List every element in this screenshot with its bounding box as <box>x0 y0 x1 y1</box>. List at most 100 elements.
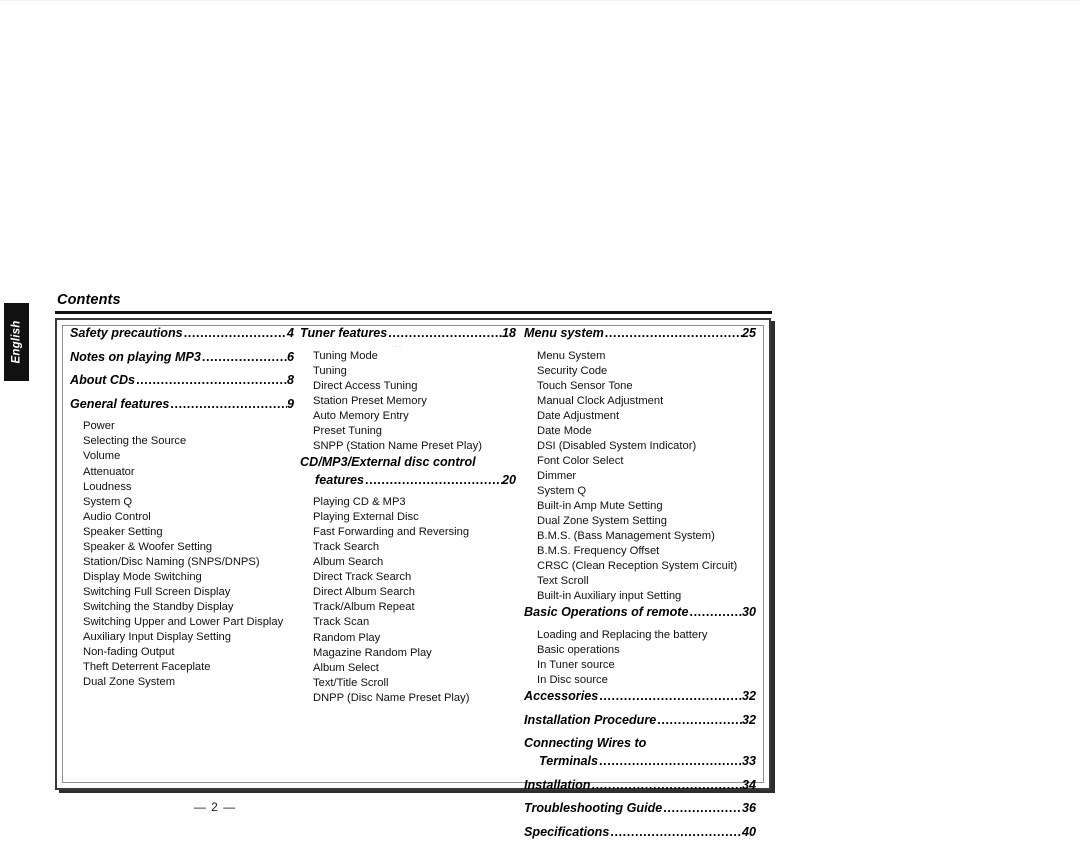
toc-minor-entry[interactable]: Switching the Standby Display <box>70 600 294 615</box>
toc-minor-entry[interactable]: Power <box>70 419 294 434</box>
toc-minor-entry[interactable]: Date Adjustment <box>524 409 756 424</box>
toc-minor-entry[interactable]: DSI (Disabled System Indicator) <box>524 439 756 454</box>
toc-minor-entry[interactable]: Font Color Select <box>524 454 756 469</box>
toc-minor-entry[interactable]: Album Search <box>300 555 516 570</box>
toc-entry-label: Tuner features <box>300 326 388 340</box>
toc-minor-entry[interactable]: Station Preset Memory <box>300 394 516 409</box>
toc-minor-entry[interactable]: Text Scroll <box>524 574 756 589</box>
toc-entry-page: 6 <box>286 349 294 364</box>
toc-leader-dots: ........................................… <box>170 397 287 410</box>
toc-leader-dots: ........................................… <box>599 754 742 767</box>
toc-minor-entry[interactable]: Direct Album Search <box>300 585 516 600</box>
toc-minor-entry[interactable]: Track Search <box>300 540 516 555</box>
toc-leader-dots: ........................................… <box>591 778 742 791</box>
toc-minor-entry[interactable]: Direct Track Search <box>300 570 516 585</box>
toc-entry-page: 40 <box>741 824 756 839</box>
toc-minor-entry[interactable]: Playing External Disc <box>300 510 516 525</box>
toc-minor-entry[interactable]: Speaker & Woofer Setting <box>70 540 294 555</box>
toc-minor-entry[interactable]: Track Scan <box>300 615 516 630</box>
toc-entry-page: 32 <box>741 712 756 727</box>
toc-major-entry[interactable]: Basic Operations of remote..............… <box>524 604 756 622</box>
toc-minor-entry[interactable]: Manual Clock Adjustment <box>524 394 756 409</box>
toc-entry-page: 36 <box>741 801 756 816</box>
toc-minor-entry[interactable]: Display Mode Switching <box>70 570 294 585</box>
toc-leader-dots: ........................................… <box>201 350 287 363</box>
toc-entry-label: Basic Operations of remote <box>524 605 689 620</box>
toc-major-entry[interactable]: Installation Procedure .................… <box>524 712 756 730</box>
toc-major-entry[interactable]: CD/MP3/External disc control features ...… <box>300 454 516 489</box>
toc-minor-entry[interactable]: Switching Upper and Lower Part Display <box>70 615 294 630</box>
toc-major-entry[interactable]: Accessories.............................… <box>524 688 756 706</box>
toc-minor-entry[interactable]: Volume <box>70 449 294 464</box>
toc-leader-dots: ........................................… <box>388 327 502 339</box>
toc-minor-entry[interactable]: Audio Control <box>70 510 294 525</box>
toc-leader-dots: ........................................… <box>663 802 742 815</box>
toc-major-entry[interactable]: Installation ...........................… <box>524 777 756 795</box>
toc-minor-entry[interactable]: System Q <box>524 484 756 499</box>
toc-leader-dots: ........................................… <box>183 327 287 339</box>
toc-minor-entry[interactable]: Menu System <box>524 349 756 364</box>
toc-entry-label: Accessories <box>524 689 599 704</box>
toc-entry-page: 4 <box>286 326 294 340</box>
toc-minor-entry[interactable]: Loudness <box>70 480 294 495</box>
toc-minor-entry[interactable]: SNPP (Station Name Preset Play) <box>300 439 516 454</box>
toc-entry-label: Safety precautions <box>70 326 183 340</box>
toc-column-2: Tuner features..........................… <box>300 325 516 706</box>
toc-minor-entry[interactable]: Fast Forwarding and Reversing <box>300 525 516 540</box>
toc-leader-dots: ........................................… <box>599 690 742 703</box>
toc-minor-entry[interactable]: Non-fading Output <box>70 645 294 660</box>
toc-minor-entry[interactable]: Attenuator <box>70 465 294 480</box>
toc-minor-entry[interactable]: Date Mode <box>524 424 756 439</box>
toc-minor-entry[interactable]: Station/Disc Naming (SNPS/DNPS) <box>70 555 294 570</box>
toc-minor-entry[interactable]: Switching Full Screen Display <box>70 585 294 600</box>
toc-minor-entry[interactable]: System Q <box>70 495 294 510</box>
language-tab-label: English <box>10 320 23 364</box>
toc-minor-entry[interactable]: Track/Album Repeat <box>300 600 516 615</box>
toc-minor-entry[interactable]: Magazine Random Play <box>300 646 516 661</box>
toc-leader-dots: ........................................… <box>689 606 742 619</box>
toc-minor-entry[interactable]: Album Select <box>300 661 516 676</box>
toc-minor-entry[interactable]: Tuning <box>300 364 516 379</box>
toc-minor-entry[interactable]: Auto Memory Entry <box>300 409 516 424</box>
toc-entry-label: Connecting Wires to <box>524 736 647 751</box>
toc-minor-entry[interactable]: DNPP (Disc Name Preset Play) <box>300 691 516 706</box>
scan-edge <box>0 0 1080 1</box>
toc-minor-entry[interactable]: Preset Tuning <box>300 424 516 439</box>
toc-minor-entry[interactable]: Basic operations <box>524 643 756 658</box>
toc-major-entry[interactable]: Menu system.............................… <box>524 325 756 343</box>
toc-minor-entry[interactable]: In Tuner source <box>524 658 756 673</box>
toc-minor-entry[interactable]: B.M.S. (Bass Management System) <box>524 529 756 544</box>
toc-minor-entry[interactable]: Loading and Replacing the battery <box>524 628 756 643</box>
toc-major-entry[interactable]: Safety precautions......................… <box>70 325 294 343</box>
toc-minor-entry[interactable]: Built-in Amp Mute Setting <box>524 499 756 514</box>
toc-minor-entry[interactable]: Built-in Auxiliary input Setting <box>524 589 756 604</box>
toc-minor-entry[interactable]: Theft Deterrent Faceplate <box>70 660 294 675</box>
toc-major-entry[interactable]: Tuner features..........................… <box>300 325 516 343</box>
toc-major-entry[interactable]: Notes on playing MP3 ...................… <box>70 349 294 367</box>
toc-major-entry[interactable]: About CDs...............................… <box>70 372 294 390</box>
toc-minor-entry[interactable]: Direct Access Tuning <box>300 379 516 394</box>
toc-major-entry[interactable]: Specifications .........................… <box>524 824 756 842</box>
toc-major-entry[interactable]: General features .......................… <box>70 396 294 414</box>
toc-entry-label: Troubleshooting Guide <box>524 801 663 816</box>
toc-major-entry[interactable]: Troubleshooting Guide ..................… <box>524 800 756 818</box>
toc-minor-entry[interactable]: B.M.S. Frequency Offset <box>524 544 756 559</box>
toc-minor-entry[interactable]: Security Code <box>524 364 756 379</box>
toc-major-entry[interactable]: Connecting Wires to Terminals............… <box>524 735 756 770</box>
toc-minor-entry[interactable]: Speaker Setting <box>70 525 294 540</box>
toc-minor-entry[interactable]: CRSC (Clean Reception System Circuit) <box>524 559 756 574</box>
toc-minor-entry[interactable]: In Disc source <box>524 673 756 688</box>
toc-leader-dots: ........................................… <box>657 713 742 726</box>
toc-minor-entry[interactable]: Dimmer <box>524 469 756 484</box>
toc-minor-entry[interactable]: Touch Sensor Tone <box>524 379 756 394</box>
toc-minor-entry[interactable]: Dual Zone System <box>70 675 294 690</box>
toc-minor-entry[interactable]: Tuning Mode <box>300 349 516 364</box>
toc-minor-entry[interactable]: Text/Title Scroll <box>300 676 516 691</box>
toc-leader-dots: ........................................… <box>136 374 287 387</box>
toc-minor-entry[interactable]: Playing CD & MP3 <box>300 495 516 510</box>
toc-minor-entry[interactable]: Auxiliary Input Display Setting <box>70 630 294 645</box>
toc-minor-entry[interactable]: Random Play <box>300 631 516 646</box>
toc-minor-entry[interactable]: Dual Zone System Setting <box>524 514 756 529</box>
toc-minor-entry[interactable]: Selecting the Source <box>70 434 294 449</box>
